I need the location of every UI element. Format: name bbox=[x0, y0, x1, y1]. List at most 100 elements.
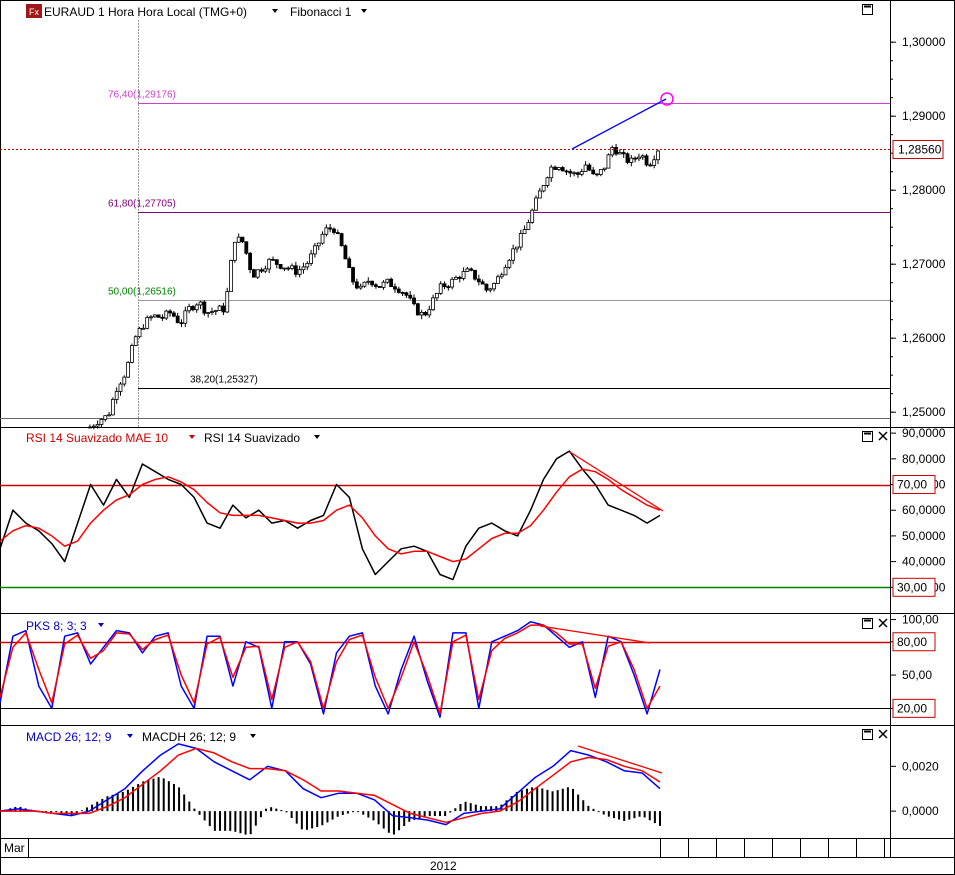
candle-body bbox=[126, 361, 131, 378]
axis-tick-label: 0,0000 bbox=[902, 804, 939, 818]
study-title[interactable]: Fibonacci 1 bbox=[290, 5, 352, 19]
macd-hist-bar bbox=[219, 811, 221, 831]
candle-body bbox=[88, 426, 92, 429]
pks-trendline-down[interactable] bbox=[539, 625, 651, 644]
candle-body bbox=[610, 147, 615, 156]
macd-hist-bar bbox=[449, 811, 452, 813]
macd-hist-bar bbox=[208, 811, 211, 827]
macd-dropdown-icon[interactable] bbox=[127, 734, 133, 738]
macd-hist-bar bbox=[152, 778, 155, 812]
fib-level-label: 61,80(1,27705) bbox=[108, 199, 176, 210]
candle-body bbox=[213, 310, 218, 312]
macd-hist-bar bbox=[234, 811, 237, 832]
macd-hist-bar bbox=[126, 789, 129, 812]
macd-hist-bar bbox=[336, 811, 339, 817]
candle-body bbox=[274, 259, 279, 265]
rsi-trendline-down[interactable] bbox=[569, 451, 664, 512]
candle-body bbox=[438, 283, 443, 294]
price-tick-label: 1,30000 bbox=[902, 35, 946, 49]
rsi-title-2[interactable]: RSI 14 Suavizado bbox=[204, 431, 300, 445]
macd-panel[interactable]: 0,0020 0,0000 bbox=[0, 743, 939, 835]
candle-body bbox=[408, 294, 413, 299]
candle-body bbox=[568, 170, 573, 174]
macd-hist-bar bbox=[587, 805, 590, 812]
rsi-2-dropdown-icon[interactable] bbox=[314, 435, 320, 439]
pks-title[interactable]: PKS 8; 3; 3 bbox=[26, 619, 87, 633]
macd-hist-bar bbox=[653, 811, 656, 824]
macd-hist-bar bbox=[439, 811, 441, 817]
macd-hist-bar bbox=[357, 811, 360, 813]
macd-hist-bar bbox=[459, 804, 462, 812]
macd-hist-bar bbox=[377, 811, 380, 825]
candle-body bbox=[537, 190, 542, 199]
price-tick-label: 1,26000 bbox=[902, 331, 946, 345]
macd-hist-bar bbox=[290, 811, 293, 818]
candle-body bbox=[335, 232, 340, 234]
macd-hist-bar bbox=[428, 811, 431, 817]
candle-body bbox=[225, 291, 230, 313]
macd-hist-bar bbox=[203, 811, 206, 821]
candle-body bbox=[191, 306, 195, 311]
macd-hist-bar bbox=[249, 811, 252, 835]
macd-title[interactable]: MACD 26; 12; 9 bbox=[26, 730, 112, 744]
axis-tick-label: 40,0000 bbox=[902, 555, 946, 569]
candle-body bbox=[553, 166, 557, 170]
candle-body bbox=[160, 316, 165, 319]
macd-hist-bar bbox=[633, 811, 636, 819]
candle-body bbox=[648, 164, 653, 167]
candle-body bbox=[583, 164, 588, 172]
rsi-levels bbox=[0, 484, 890, 589]
macd-hist-bar bbox=[270, 807, 273, 812]
macd-hist-bar bbox=[188, 801, 191, 812]
macd-hist-bar bbox=[259, 811, 262, 818]
macd-hist-bar bbox=[362, 811, 365, 815]
candle-body bbox=[637, 156, 641, 160]
macd-hist-bar bbox=[50, 811, 53, 813]
candle-body bbox=[526, 222, 531, 230]
pks-dropdown-icon[interactable] bbox=[98, 623, 104, 627]
rsi-close-icon[interactable] bbox=[878, 431, 888, 441]
rsi-dropdown-icon[interactable] bbox=[189, 435, 195, 439]
candle-body bbox=[534, 197, 538, 211]
chart-canvas: 76,40(1,29176) 61,80(1,27705) 50,00(1,2651… bbox=[0, 0, 955, 875]
candle-body bbox=[370, 280, 374, 286]
macd-hist-bar bbox=[628, 811, 631, 820]
price-panel[interactable]: 76,40(1,29176) 61,80(1,27705) 50,00(1,2651… bbox=[0, 20, 946, 430]
candle-body bbox=[99, 418, 104, 425]
candle-body bbox=[267, 258, 272, 270]
macd-hist-bar bbox=[275, 808, 278, 812]
macd-hist-bar bbox=[316, 811, 319, 827]
price-tick-label: 1,27000 bbox=[902, 257, 946, 271]
symbol-title[interactable]: EURAUD 1 Hora Hora Local (TMG+0) bbox=[44, 5, 247, 19]
candle-body bbox=[145, 317, 150, 329]
macdh-dropdown-icon[interactable] bbox=[250, 734, 256, 738]
rsi-panel[interactable]: 90,000080,000070,000060,000050,000040,00… bbox=[0, 426, 946, 597]
candle-body bbox=[133, 336, 138, 346]
candle-body bbox=[518, 233, 523, 248]
fib-level-label: 38,20(1,25327) bbox=[190, 375, 258, 386]
symbol-dropdown-icon[interactable] bbox=[272, 9, 278, 13]
macdh-title[interactable]: MACDH 26; 12; 9 bbox=[142, 730, 236, 744]
candle-body bbox=[389, 278, 394, 288]
macd-hist-bar bbox=[55, 811, 58, 813]
macd-hist-bar bbox=[444, 811, 447, 817]
candle-body bbox=[217, 305, 222, 311]
candle-body bbox=[152, 314, 157, 318]
trendline-up[interactable] bbox=[571, 98, 667, 150]
rsi-title[interactable]: RSI 14 Suavizado MAE 10 bbox=[26, 431, 168, 445]
candle-body bbox=[541, 185, 546, 192]
macd-histogram bbox=[0, 777, 661, 835]
macd-close-icon[interactable] bbox=[878, 729, 888, 739]
candle-body bbox=[431, 297, 435, 311]
candle-body bbox=[110, 399, 115, 416]
candle-body bbox=[103, 415, 108, 420]
candle-body bbox=[263, 268, 268, 272]
pks-panel[interactable]: 100,00 80,00 50,00 20,00 bbox=[0, 613, 939, 718]
series-line bbox=[0, 743, 661, 826]
candle-body bbox=[168, 310, 172, 314]
pks-close-icon[interactable] bbox=[878, 618, 888, 628]
series-line bbox=[0, 624, 661, 715]
candle-body bbox=[122, 376, 127, 385]
study-dropdown-icon[interactable] bbox=[361, 9, 367, 13]
candle-body bbox=[591, 169, 596, 175]
